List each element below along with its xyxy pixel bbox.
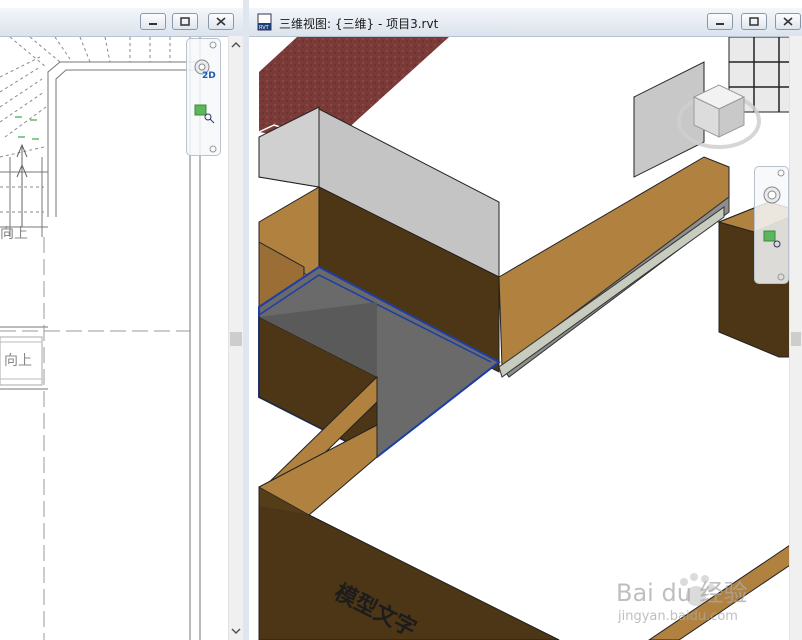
close-icon <box>216 17 226 26</box>
watermark-url: jingyan.baidu.com <box>618 609 738 624</box>
close-button[interactable] <box>775 13 801 30</box>
left-navigation-bar[interactable]: 2D <box>186 38 221 156</box>
right-vertical-scrollbar[interactable] <box>789 36 802 640</box>
restore-button[interactable] <box>172 13 198 30</box>
navigation-bar-icons <box>194 41 217 153</box>
restore-icon <box>180 17 190 26</box>
right-scroll-thumb[interactable] <box>791 332 801 346</box>
scroll-down-arrow-icon[interactable] <box>231 626 241 636</box>
watermark: Bai du 经验 jingyan.baidu.com <box>616 565 802 635</box>
restore-button[interactable] <box>741 13 767 30</box>
stair-up-label-1: 向上 <box>0 226 28 242</box>
minimize-icon <box>149 23 157 25</box>
left-vertical-scrollbar[interactable] <box>228 36 243 640</box>
close-icon <box>783 17 793 26</box>
3d-model-canvas[interactable]: 模型文字 <box>249 37 802 640</box>
3d-view-title: 三维视图: {三维} - 项目3.rvt <box>279 17 439 31</box>
stair-up-label-2: 向上 <box>4 353 32 369</box>
3d-view-window: RVT 三维视图: {三维} - 项目3.rvt 模型文字 Bai du 经验 … <box>249 0 802 640</box>
floor-plan-view-window: 向上 向上 2D <box>0 0 243 640</box>
restore-icon <box>749 17 759 26</box>
minimize-button[interactable] <box>707 13 733 30</box>
scroll-up-arrow-icon[interactable] <box>231 40 241 50</box>
minimize-icon <box>716 23 724 25</box>
left-scroll-thumb[interactable] <box>230 332 242 346</box>
watermark-brand: Bai du 经验 <box>616 579 748 607</box>
minimize-button[interactable] <box>140 13 166 30</box>
navigation-2d-badge: 2D <box>202 71 216 81</box>
floor-plan-title-bar <box>0 8 243 37</box>
3d-view-title-bar: RVT 三维视图: {三维} - 项目3.rvt <box>249 8 802 37</box>
rvt-file-icon: RVT <box>257 13 272 31</box>
svg-text:RVT: RVT <box>259 25 270 31</box>
right-navigation-bar[interactable] <box>754 166 789 284</box>
navigation-bar-icons <box>763 169 785 281</box>
close-button[interactable] <box>208 13 234 30</box>
